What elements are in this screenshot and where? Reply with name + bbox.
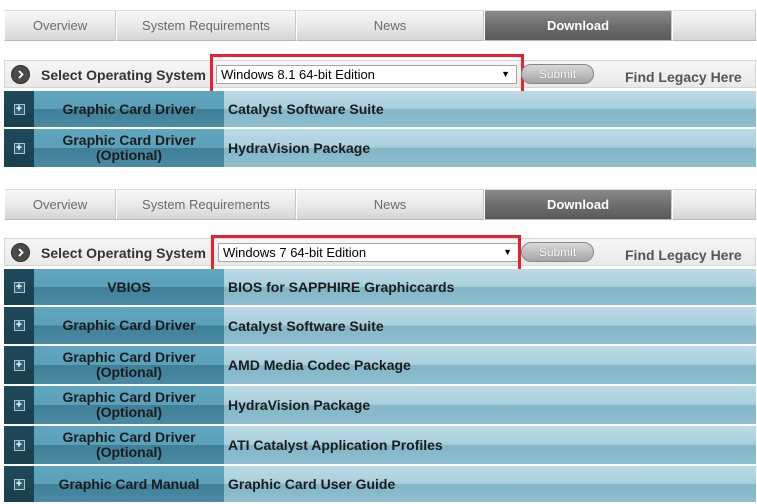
driver-row[interactable]: + Graphic Card Manual Graphic Card User … [4,466,756,502]
driver-category: VBIOS [34,269,224,305]
driver-category: Graphic Card Driver (Optional) [34,426,224,464]
os-select-label: Select Operating System [41,67,206,83]
dropdown-arrow-icon: ▼ [501,69,510,79]
tab-spacer [672,10,756,41]
os-select-label: Select Operating System [41,245,206,261]
category-label: Graphic Card Driver [62,132,196,148]
driver-list: + VBIOS BIOS for SAPPHIRE Graphiccards +… [4,269,756,504]
expand-icon[interactable]: + [4,386,34,424]
os-select-row: Select Operating System Windows 8.1 64-b… [4,54,756,94]
tab-download[interactable]: Download [484,189,672,220]
driver-description[interactable]: HydraVision Package [224,386,756,424]
tab-overview[interactable]: Overview [4,10,116,41]
expand-icon[interactable]: + [4,426,34,464]
driver-row[interactable]: + Graphic Card Driver (Optional) ATI Cat… [4,426,756,464]
find-legacy-link[interactable]: Find Legacy Here [625,247,742,263]
download-block-2: Overview System Requirements News Downlo… [4,189,756,502]
driver-row[interactable]: + Graphic Card Driver Catalyst Software … [4,307,756,344]
driver-category: Graphic Card Driver (Optional) [34,346,224,384]
tab-bar: Overview System Requirements News Downlo… [4,189,756,220]
expand-icon[interactable]: + [4,129,34,167]
tab-overview[interactable]: Overview [4,189,116,220]
driver-row[interactable]: + Graphic Card Driver (Optional) HydraVi… [4,386,756,424]
tab-news[interactable]: News [296,189,484,220]
category-label: Graphic Card Driver [62,389,196,405]
tab-news[interactable]: News [296,10,484,41]
download-block-1: Overview System Requirements News Downlo… [4,10,756,167]
driver-description[interactable]: Graphic Card User Guide [224,466,756,502]
chevron-right-icon[interactable] [11,65,30,84]
driver-category: Graphic Card Driver [34,307,224,344]
category-label: Graphic Card Manual [58,475,200,492]
expand-icon[interactable]: + [4,307,34,344]
os-dropdown-value: Windows 8.1 64-bit Edition [221,67,375,82]
driver-row[interactable]: + Graphic Card Driver (Optional) AMD Med… [4,346,756,384]
category-sublabel: (Optional) [95,147,163,163]
driver-description[interactable]: Catalyst Software Suite [224,307,756,344]
driver-description[interactable]: ATI Catalyst Application Profiles [224,426,756,464]
dropdown-arrow-icon: ▼ [503,247,512,257]
expand-icon[interactable]: + [4,346,34,384]
tab-spacer [672,189,756,220]
category-label: VBIOS [107,278,151,295]
find-legacy-link[interactable]: Find Legacy Here [625,69,742,85]
submit-button[interactable]: Submit [521,64,594,84]
chevron-right-icon[interactable] [11,243,30,262]
os-dropdown[interactable]: Windows 8.1 64-bit Edition ▼ [216,65,517,84]
category-sublabel: (Optional) [95,404,163,420]
driver-description[interactable]: BIOS for SAPPHIRE Graphiccards [224,269,756,305]
driver-row[interactable]: + Graphic Card Driver (Optional) HydraVi… [4,129,756,167]
driver-category: Graphic Card Driver (Optional) [34,386,224,424]
category-label: Graphic Card Driver [62,429,196,445]
driver-list: + Graphic Card Driver Catalyst Software … [4,91,756,169]
driver-category: Graphic Card Manual [34,466,224,502]
os-select-row: Select Operating System Windows 7 64-bit… [4,235,756,272]
os-dropdown-value: Windows 7 64-bit Edition [223,245,367,260]
expand-icon[interactable]: + [4,466,34,502]
tab-bar: Overview System Requirements News Downlo… [4,10,756,41]
driver-category: Graphic Card Driver [34,91,224,127]
category-label: Graphic Card Driver [62,100,196,117]
category-label: Graphic Card Driver [62,349,196,365]
category-sublabel: (Optional) [95,364,163,380]
category-sublabel: (Optional) [95,444,163,460]
os-dropdown[interactable]: Windows 7 64-bit Edition ▼ [218,243,519,262]
category-label: Graphic Card Driver [62,317,196,333]
driver-row[interactable]: + Graphic Card Driver Catalyst Software … [4,91,756,127]
tab-system-requirements[interactable]: System Requirements [116,10,296,41]
expand-icon[interactable]: + [4,91,34,127]
driver-description[interactable]: AMD Media Codec Package [224,346,756,384]
expand-icon[interactable]: + [4,269,34,305]
driver-description[interactable]: HydraVision Package [224,129,756,167]
driver-description[interactable]: Catalyst Software Suite [224,91,756,127]
driver-category: Graphic Card Driver (Optional) [34,129,224,167]
tab-system-requirements[interactable]: System Requirements [116,189,296,220]
driver-row[interactable]: + VBIOS BIOS for SAPPHIRE Graphiccards [4,269,756,305]
submit-button[interactable]: Submit [521,242,594,262]
tab-download[interactable]: Download [484,10,672,41]
